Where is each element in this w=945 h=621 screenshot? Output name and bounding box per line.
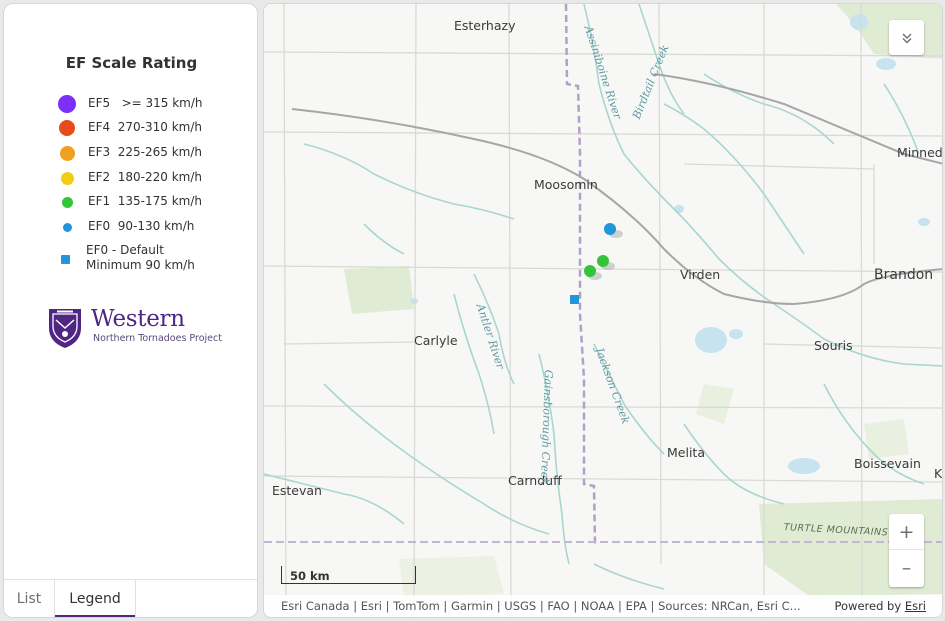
tornado-marker-ef0 [604,223,616,235]
legend-code: EF3 [88,145,111,159]
legend-title: EF Scale Rating [65,54,198,72]
place-minnedosa: Minned [897,145,943,160]
western-logo: Western Northern Tornadoes Project [47,306,247,352]
shield-crest-icon [49,309,81,348]
tornado-marker-ef0-default [570,295,579,304]
place-carnduff: Carnduff [508,473,562,488]
tornado-marker-ef1 [597,255,609,267]
ef4-circle-icon [59,120,75,136]
tab-bar: List Legend [4,579,257,617]
ef3-circle-icon [60,146,75,161]
legend-code: EF1 [88,194,111,208]
ef2-circle-icon [61,172,74,185]
attribution-bar: Esri Canada | Esri | TomTom | Garmin | U… [264,595,942,617]
zoom-in-button[interactable]: + [889,514,924,550]
legend-range: 180-220 km/h [117,170,203,184]
tornado-markers [570,223,623,304]
legend-panel: EF Scale Rating EF5 >= 315 km/h EF4 270-… [3,3,258,618]
legend-code: EF0 - Default [86,243,164,257]
esri-link[interactable]: Esri [905,599,926,613]
legend-item-ef0-default: EF0 - Default Minimum 90 km/h [4,242,257,276]
legend-range: >= 315 km/h [121,96,203,110]
legend-item-ef0: EF0 90-130 km/h [4,216,257,238]
legend-range: 135-175 km/h [117,194,203,208]
tab-list[interactable]: List [4,580,54,617]
scale-bar: 50 km [281,566,416,584]
legend-range: 270-310 km/h [117,120,203,134]
place-melita: Melita [667,445,705,460]
legend-code: EF2 [88,170,111,184]
powered-by: Powered by Esri [834,599,927,613]
legend-code: EF4 [88,120,111,134]
zoom-out-button[interactable]: – [889,550,924,586]
legend-range: 225-265 km/h [117,145,203,159]
ef0-default-square-icon [61,255,70,264]
ef1-circle-icon [62,197,73,208]
ef5-circle-icon [58,95,76,113]
legend-item-ef3: EF3 225-265 km/h [4,142,257,164]
place-esterhazy: Esterhazy [454,18,516,33]
legend-item-ef2: EF2 180-220 km/h [4,167,257,189]
place-boissevain: Boissevain [854,456,921,471]
legend-range: Minimum 90 km/h [86,258,195,272]
legend-item-ef1: EF1 135-175 km/h [4,191,257,213]
logo-subtitle: Northern Tornadoes Project [93,333,222,344]
place-carlyle: Carlyle [414,333,458,348]
ef0-circle-icon [63,223,72,232]
place-estevan: Estevan [272,483,322,498]
place-virden: Virden [680,267,721,282]
tab-legend[interactable]: Legend [54,580,136,617]
collapse-button[interactable] [889,20,924,55]
zoom-control: + – [889,514,924,587]
place-souris: Souris [814,338,853,353]
legend-range: 90-130 km/h [117,219,195,233]
tornado-marker-ef1 [584,265,596,277]
place-moosomin: Moosomin [534,177,598,192]
logo-name: Western [91,306,185,332]
scale-label: 50 km [290,569,330,583]
place-brandon: Brandon [874,267,934,283]
legend-item-ef4: EF4 270-310 km/h [4,117,257,139]
map-view[interactable]: Esterhazy Moosomin Virden Brandon Minned… [263,3,943,618]
attribution-text[interactable]: Esri Canada | Esri | TomTom | Garmin | U… [281,599,801,613]
place-k: K [934,466,943,481]
chevron-double-down-icon [902,33,911,43]
legend-code: EF5 [88,96,111,110]
legend-item-ef5: EF5 >= 315 km/h [4,93,257,115]
legend-code: EF0 [88,219,111,233]
